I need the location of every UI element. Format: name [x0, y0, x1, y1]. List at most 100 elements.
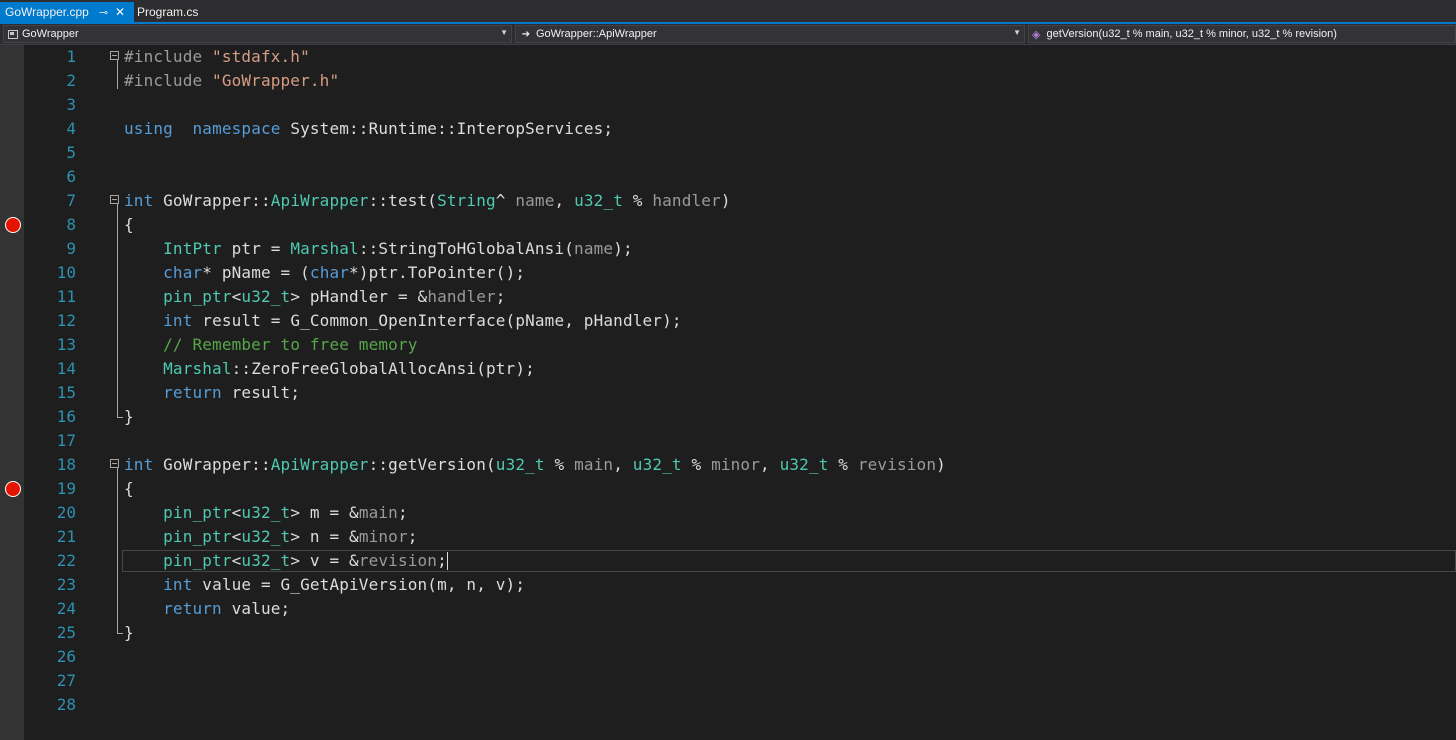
code-text[interactable]: }: [124, 621, 134, 645]
tab-label: GoWrapper.cpp: [5, 5, 89, 19]
code-token: u32_t: [241, 503, 291, 522]
chevron-down-icon[interactable]: ▼: [500, 28, 508, 37]
code-text[interactable]: {: [124, 477, 134, 501]
collapse-icon[interactable]: [110, 51, 119, 60]
code-line[interactable]: 2 #include "GoWrapper.h": [0, 69, 1456, 93]
code-line[interactable]: 18 int GoWrapper::ApiWrapper::getVersion(…: [0, 453, 1456, 477]
code-token: Marshal: [163, 359, 232, 378]
code-line[interactable]: 28: [0, 693, 1456, 717]
breakpoint-icon[interactable]: [5, 217, 21, 233]
code-line[interactable]: 3: [0, 93, 1456, 117]
collapse-icon[interactable]: [110, 459, 119, 468]
code-text[interactable]: pin_ptr<u32_t> m = &main;: [124, 501, 408, 525]
code-token: int: [163, 575, 193, 594]
project-dropdown-value: GoWrapper: [22, 28, 79, 40]
line-number: 24: [56, 599, 76, 618]
code-token: main: [358, 503, 398, 522]
code-token: ,: [554, 191, 575, 210]
code-token: ptr =: [221, 239, 291, 258]
code-text[interactable]: #include "GoWrapper.h": [124, 69, 339, 93]
code-token: ;: [437, 551, 447, 570]
code-text[interactable]: return result;: [124, 381, 300, 405]
code-token: > m = &: [290, 503, 359, 522]
code-text[interactable]: int GoWrapper::ApiWrapper::test(String^ …: [124, 189, 731, 213]
code-line[interactable]: 9 IntPtr ptr = Marshal::StringToHGlobalA…: [0, 237, 1456, 261]
code-text[interactable]: char* pName = (char*)ptr.ToPointer();: [124, 261, 525, 285]
code-token: pin_ptr: [163, 287, 232, 306]
code-token: value;: [221, 599, 291, 618]
member-dropdown-value: getVersion(u32_t % main, u32_t % minor, …: [1046, 28, 1337, 40]
code-token: result = G_Common_OpenInterface(pName, p…: [192, 311, 682, 330]
code-line[interactable]: 20 pin_ptr<u32_t> m = &main;: [0, 501, 1456, 525]
code-line[interactable]: 14 Marshal::ZeroFreeGlobalAllocAnsi(ptr)…: [0, 357, 1456, 381]
code-line[interactable]: 24 return value;: [0, 597, 1456, 621]
code-token: namespace: [192, 119, 281, 138]
code-line[interactable]: 23 int value = G_GetApiVersion(m, n, v);: [0, 573, 1456, 597]
code-token: "stdafx.h": [212, 47, 310, 66]
code-text[interactable]: Marshal::ZeroFreeGlobalAllocAnsi(ptr);: [124, 357, 535, 381]
code-line[interactable]: 17: [0, 429, 1456, 453]
breakpoint-icon[interactable]: [5, 481, 21, 497]
code-text[interactable]: // Remember to free memory: [124, 333, 418, 357]
member-dropdown[interactable]: ◈ getVersion(u32_t % main, u32_t % minor…: [1028, 25, 1456, 43]
code-line[interactable]: 22 pin_ptr<u32_t> v = &revision;: [0, 549, 1456, 573]
scope-dropdown[interactable]: ➔ GoWrapper::ApiWrapper ▼: [515, 25, 1025, 43]
code-token: IntPtr: [163, 239, 222, 258]
code-token: int: [124, 455, 154, 474]
code-editor[interactable]: 1 #include "stdafx.h" 2 #include "GoWrapper…: [0, 45, 1456, 740]
code-line[interactable]: 19 {: [0, 477, 1456, 501]
code-token: }: [124, 407, 134, 426]
code-text[interactable]: }: [124, 405, 134, 429]
chevron-down-icon[interactable]: ▼: [1013, 28, 1021, 37]
project-dropdown[interactable]: GoWrapper ▼: [3, 25, 512, 43]
tab-program-cs[interactable]: Program.cs: [134, 2, 214, 22]
code-line[interactable]: 4 using namespace System::Runtime::Intero…: [0, 117, 1456, 141]
code-line[interactable]: 16}: [0, 405, 1456, 429]
code-line[interactable]: 13 // Remember to free memory: [0, 333, 1456, 357]
code-token: > n = &: [290, 527, 359, 546]
code-token: u32_t: [241, 287, 291, 306]
code-line[interactable]: 21 pin_ptr<u32_t> n = &minor;: [0, 525, 1456, 549]
code-text[interactable]: #include "stdafx.h": [124, 45, 310, 69]
close-icon[interactable]: ✕: [115, 5, 125, 19]
code-line[interactable]: 15 return result;: [0, 381, 1456, 405]
code-text[interactable]: {: [124, 213, 134, 237]
line-number: 21: [56, 527, 76, 546]
code-text[interactable]: int value = G_GetApiVersion(m, n, v);: [124, 573, 525, 597]
code-token: ^: [495, 191, 516, 210]
code-line[interactable]: 7 int GoWrapper::ApiWrapper::test(String^…: [0, 189, 1456, 213]
code-text[interactable]: using namespace System::Runtime::Interop…: [124, 117, 613, 141]
code-token: ;: [495, 287, 506, 306]
code-line[interactable]: 11 pin_ptr<u32_t> pHandler = &handler;: [0, 285, 1456, 309]
code-token: {: [124, 479, 134, 498]
code-line[interactable]: 26: [0, 645, 1456, 669]
code-text[interactable]: IntPtr ptr = Marshal::StringToHGlobalAns…: [124, 237, 633, 261]
code-line[interactable]: 10 char* pName = (char*)ptr.ToPointer();: [0, 261, 1456, 285]
code-token: handler: [652, 191, 721, 210]
code-text[interactable]: int result = G_Common_OpenInterface(pNam…: [124, 309, 682, 333]
code-line[interactable]: 12 int result = G_Common_OpenInterface(p…: [0, 309, 1456, 333]
code-line[interactable]: 27: [0, 669, 1456, 693]
tab-gowrapper-cpp[interactable]: GoWrapper.cpp ⊸ ✕: [0, 2, 134, 22]
code-token: ;: [397, 503, 408, 522]
line-number: 6: [66, 167, 76, 186]
code-line[interactable]: 25}: [0, 621, 1456, 645]
code-token: main: [574, 455, 614, 474]
code-text[interactable]: pin_ptr<u32_t> pHandler = &handler;: [124, 285, 506, 309]
code-text[interactable]: pin_ptr<u32_t> v = &revision;: [124, 549, 447, 573]
code-token: <: [231, 551, 242, 570]
code-line[interactable]: 1 #include "stdafx.h": [0, 45, 1456, 69]
code-text[interactable]: return value;: [124, 597, 290, 621]
code-token: <: [231, 527, 242, 546]
code-line[interactable]: 5: [0, 141, 1456, 165]
code-text[interactable]: pin_ptr<u32_t> n = &minor;: [124, 525, 418, 549]
code-text[interactable]: int GoWrapper::ApiWrapper::getVersion(u3…: [124, 453, 946, 477]
code-line[interactable]: 6: [0, 165, 1456, 189]
pin-icon[interactable]: ⊸: [99, 6, 108, 19]
code-line[interactable]: 8{: [0, 213, 1456, 237]
code-token: // Remember to free memory: [163, 335, 418, 354]
collapse-icon[interactable]: [110, 195, 119, 204]
code-token: u32_t: [241, 551, 291, 570]
